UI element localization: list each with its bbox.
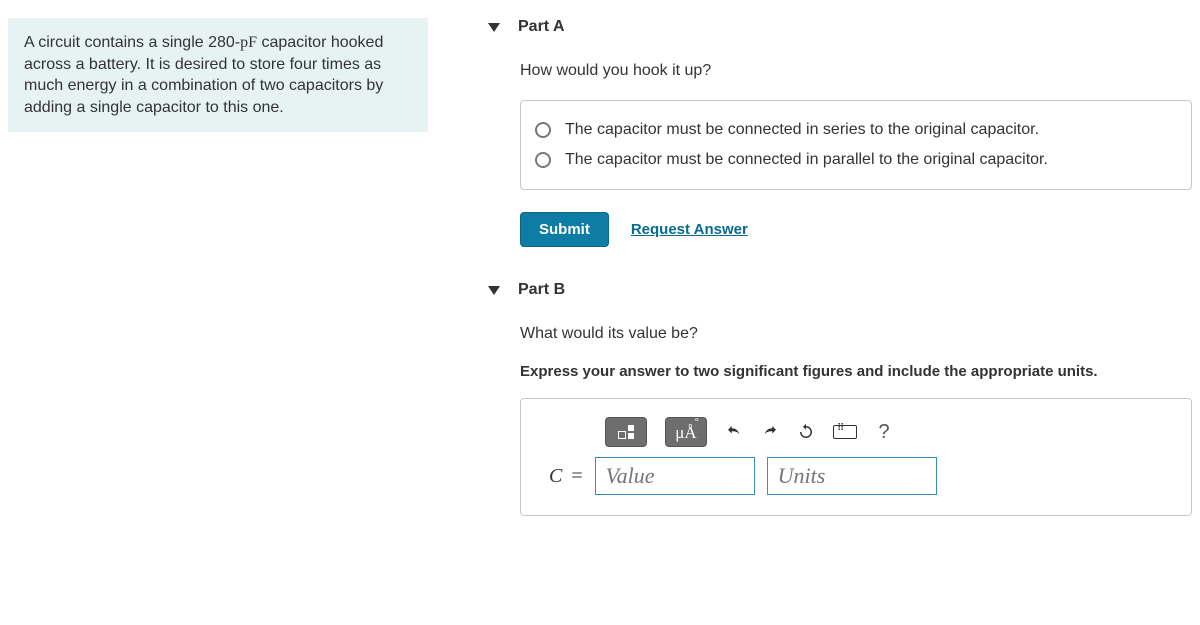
part-b-title: Part B — [518, 281, 565, 299]
part-b-header[interactable]: Part B — [488, 281, 1192, 299]
radio-icon[interactable] — [535, 122, 551, 138]
formula-toolbar: μÅ ? — [605, 417, 1163, 447]
undo-icon — [725, 423, 743, 441]
part-b-question: What would its value be? — [520, 325, 1192, 343]
option-parallel[interactable]: The capacitor must be connected in paral… — [533, 145, 1179, 175]
problem-unit: pF — [240, 34, 257, 51]
templates-icon — [616, 425, 636, 439]
option-series[interactable]: The capacitor must be connected in serie… — [533, 115, 1179, 145]
units-input[interactable] — [767, 457, 937, 495]
reset-icon — [797, 423, 815, 441]
chevron-down-icon — [488, 23, 500, 32]
option-label: The capacitor must be connected in paral… — [565, 151, 1048, 169]
part-b-instruction: Express your answer to two significant f… — [520, 363, 1192, 380]
problem-statement: A circuit contains a single 280-pF capac… — [8, 18, 428, 132]
undo-button[interactable] — [725, 417, 743, 447]
keyboard-icon — [833, 425, 857, 439]
variable-label: C = — [549, 465, 583, 488]
request-answer-link[interactable]: Request Answer — [631, 221, 748, 238]
radio-icon[interactable] — [535, 152, 551, 168]
part-a-header[interactable]: Part A — [488, 18, 1192, 36]
keyboard-button[interactable] — [833, 417, 857, 447]
redo-button[interactable] — [761, 417, 779, 447]
part-a: Part A How would you hook it up? The cap… — [488, 18, 1192, 247]
option-label: The capacitor must be connected in serie… — [565, 121, 1039, 139]
reset-button[interactable] — [797, 417, 815, 447]
part-a-question: How would you hook it up? — [520, 62, 1192, 80]
special-chars-button[interactable]: μÅ — [665, 417, 707, 447]
value-input[interactable] — [595, 457, 755, 495]
redo-icon — [761, 423, 779, 441]
help-button[interactable]: ? — [875, 417, 893, 447]
part-a-options: The capacitor must be connected in serie… — [520, 100, 1192, 190]
part-b: Part B What would its value be? Express … — [488, 281, 1192, 516]
answer-input-panel: μÅ ? — [520, 398, 1192, 516]
chevron-down-icon — [488, 286, 500, 295]
mu-angstrom-icon: μÅ — [675, 424, 696, 441]
templates-button[interactable] — [605, 417, 647, 447]
submit-button[interactable]: Submit — [520, 212, 609, 247]
problem-text-prefix: A circuit contains a single 280- — [24, 34, 240, 51]
part-a-title: Part A — [518, 18, 565, 36]
